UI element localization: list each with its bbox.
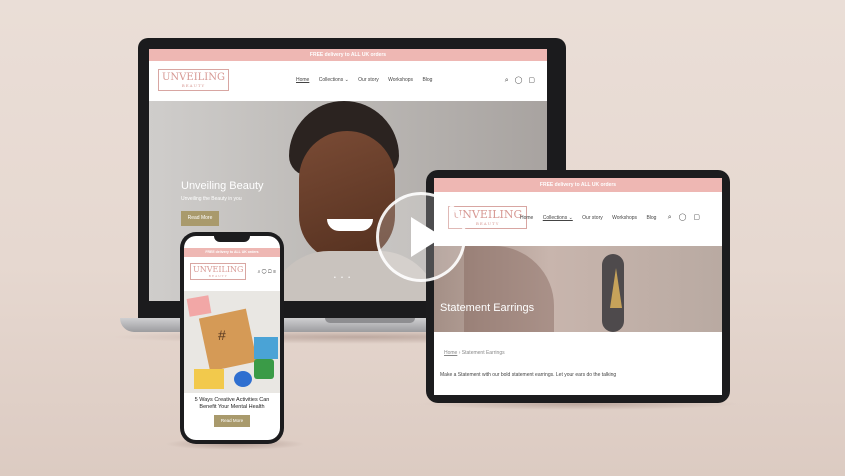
tablet-nav-collections[interactable]: Collections ⌄ [543, 215, 573, 221]
nav-our-story[interactable]: Our story [358, 77, 379, 83]
header-icons: ⌕ ◯ ▢ [505, 76, 535, 85]
menu-icon[interactable]: ≡ [273, 269, 276, 275]
nav-home[interactable]: Home [296, 77, 309, 83]
portrait-smile [327, 219, 373, 231]
tablet-announcement-bar: FREE delivery to ALL UK orders [434, 178, 722, 192]
phone-header-icons: ⌕ ◯ ▢ ≡ [258, 269, 276, 275]
account-icon[interactable]: ◯ [679, 214, 687, 221]
hero-title: Unveiling Beauty [181, 180, 264, 192]
account-icon[interactable]: ◯ [262, 269, 267, 275]
paper-yellow-shape [194, 369, 224, 389]
breadcrumb-home[interactable]: Home [444, 350, 457, 356]
phone-notch [214, 236, 250, 242]
main-nav: Home Collections ⌄ Our story Workshops B… [296, 77, 440, 83]
search-icon[interactable]: ⌕ [258, 269, 261, 275]
tablet-nav-our-story[interactable]: Our story [582, 215, 603, 221]
tablet-header: UNVEILING BEAUTY Home Collections ⌄ Our … [434, 192, 722, 246]
tablet-nav-workshops[interactable]: Workshops [612, 215, 637, 221]
tablet-logo-text: UNVEILING [453, 208, 523, 221]
play-icon [411, 217, 443, 257]
announcement-bar: FREE delivery to ALL UK orders [149, 49, 547, 61]
collection-banner: Statement Earrings [434, 246, 722, 332]
phone-screen: FREE delivery to ALL UK orders UNVEILING… [184, 236, 280, 440]
tablet-nav-home[interactable]: Home [520, 215, 533, 221]
article-title: 5 Ways Creative Activities Can Benefit Y… [194, 397, 270, 410]
read-more-button[interactable]: Read More [181, 211, 219, 226]
tablet-nav: Home Collections ⌄ Our story Workshops B… [520, 215, 664, 221]
hero-subtitle: Unveiling the Beauty in you [181, 196, 242, 202]
laptop-notch [325, 318, 415, 323]
phone-header: UNVEILING BEAUTY ⌕ ◯ ▢ ≡ [184, 257, 280, 291]
cap-blue-shape [234, 371, 252, 387]
tablet-nav-blog[interactable]: Blog [646, 215, 656, 221]
cup-blue-shape [254, 337, 278, 359]
board-shape [198, 308, 258, 372]
phone-logo-text: UNVEILING [193, 265, 244, 274]
collection-description: Make a Statement with our bold statement… [440, 372, 617, 378]
collection-title: Statement Earrings [440, 302, 535, 314]
site-header: UNVEILING BEAUTY Home Collections ⌄ Our … [149, 61, 547, 101]
cart-icon[interactable]: ▢ [268, 269, 272, 275]
phone-logo[interactable]: UNVEILING BEAUTY [190, 263, 247, 280]
phone-announcement-bar: FREE delivery to ALL UK orders [184, 248, 280, 257]
banner-profile-shape [464, 246, 554, 332]
tictactoe-grid: # [218, 327, 226, 343]
cup-green-shape [254, 359, 274, 379]
earring-gold-shape [610, 268, 622, 308]
logo-text: UNVEILING [162, 72, 225, 83]
site-logo[interactable]: UNVEILING BEAUTY [158, 69, 229, 91]
tablet-screen: FREE delivery to ALL UK orders UNVEILING… [434, 178, 722, 395]
logo-sub: BEAUTY [181, 83, 206, 88]
tablet-header-icons: ⌕ ◯ ▢ [668, 213, 700, 222]
account-icon[interactable]: ◯ [515, 77, 523, 84]
article-image: # [184, 291, 280, 393]
cart-icon[interactable]: ▢ [528, 77, 535, 84]
nav-workshops[interactable]: Workshops [388, 77, 413, 83]
nav-collections[interactable]: Collections ⌄ [319, 77, 349, 83]
phone-logo-sub: BEAUTY [208, 274, 228, 278]
breadcrumb: Home › Statement Earrings [444, 350, 505, 356]
phone-read-more-button[interactable]: Read More [214, 415, 250, 427]
cart-icon[interactable]: ▢ [693, 214, 700, 221]
search-icon[interactable]: ⌕ [505, 77, 509, 84]
nav-blog[interactable]: Blog [422, 77, 432, 83]
paper-pink-shape [186, 295, 212, 317]
search-icon[interactable]: ⌕ [668, 214, 672, 221]
breadcrumb-current: Statement Earrings [461, 350, 505, 356]
play-button[interactable] [376, 192, 466, 282]
slider-dots[interactable]: • • • [334, 275, 352, 281]
